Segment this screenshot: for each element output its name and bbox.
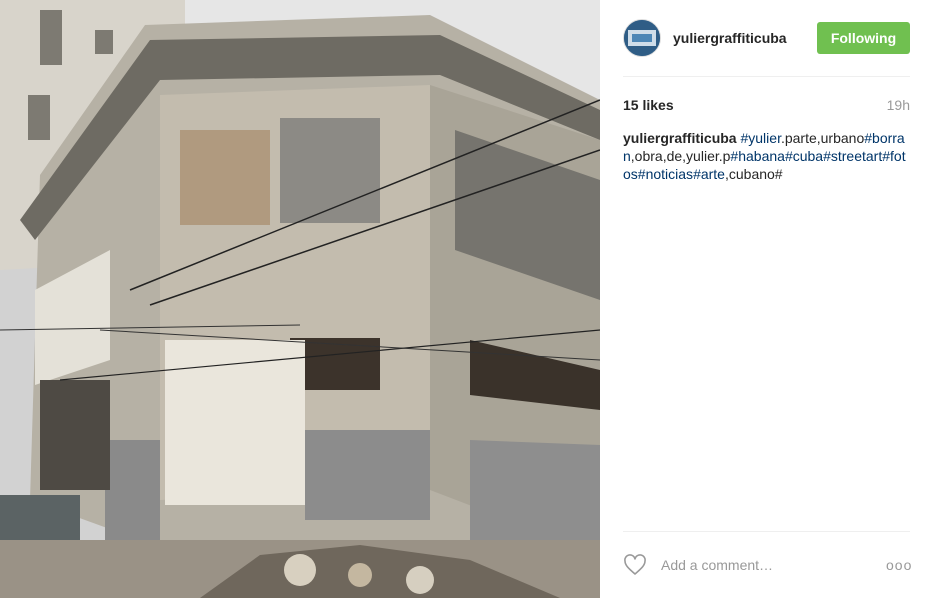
ellipsis-icon[interactable]: ooo [886,557,911,573]
tag-arte[interactable]: #arte [693,166,725,182]
comment-input[interactable] [659,556,886,574]
tag-streetart[interactable]: #streetart [823,148,882,164]
post-sidebar: yuliergraffiticuba Following 15 likes 19… [600,0,933,598]
post-meta: 15 likes 19h [623,97,910,113]
comment-bar: ooo [623,531,911,598]
caption-text: ,cubano# [724,166,783,182]
post-caption: yuliergraffiticuba #yulier.parte,urbano #… [623,129,911,183]
username[interactable]: yuliergraffiticuba [673,30,817,46]
tag-noticias[interactable]: #noticias [638,166,693,182]
avatar-image [624,20,660,56]
post-view: yuliergraffiticuba Following 15 likes 19… [0,0,933,598]
post-header: yuliergraffiticuba Following [623,0,910,77]
tag-yulier[interactable]: #yulier [740,130,780,146]
caption-text: .parte,urbano [780,130,865,146]
caption-username[interactable]: yuliergraffiticuba [623,130,737,146]
caption-text: ,obra,de,yulier.p [630,148,731,164]
post-time[interactable]: 19h [887,97,910,113]
post-photo[interactable] [0,0,600,598]
avatar[interactable] [623,19,661,57]
heart-outline-icon[interactable] [623,553,647,577]
tag-cuba[interactable]: #cuba [785,148,823,164]
likes-count[interactable]: 15 likes [623,97,674,113]
building-photo [0,0,600,598]
following-button[interactable]: Following [817,22,910,54]
tag-habana[interactable]: #habana [730,148,785,164]
